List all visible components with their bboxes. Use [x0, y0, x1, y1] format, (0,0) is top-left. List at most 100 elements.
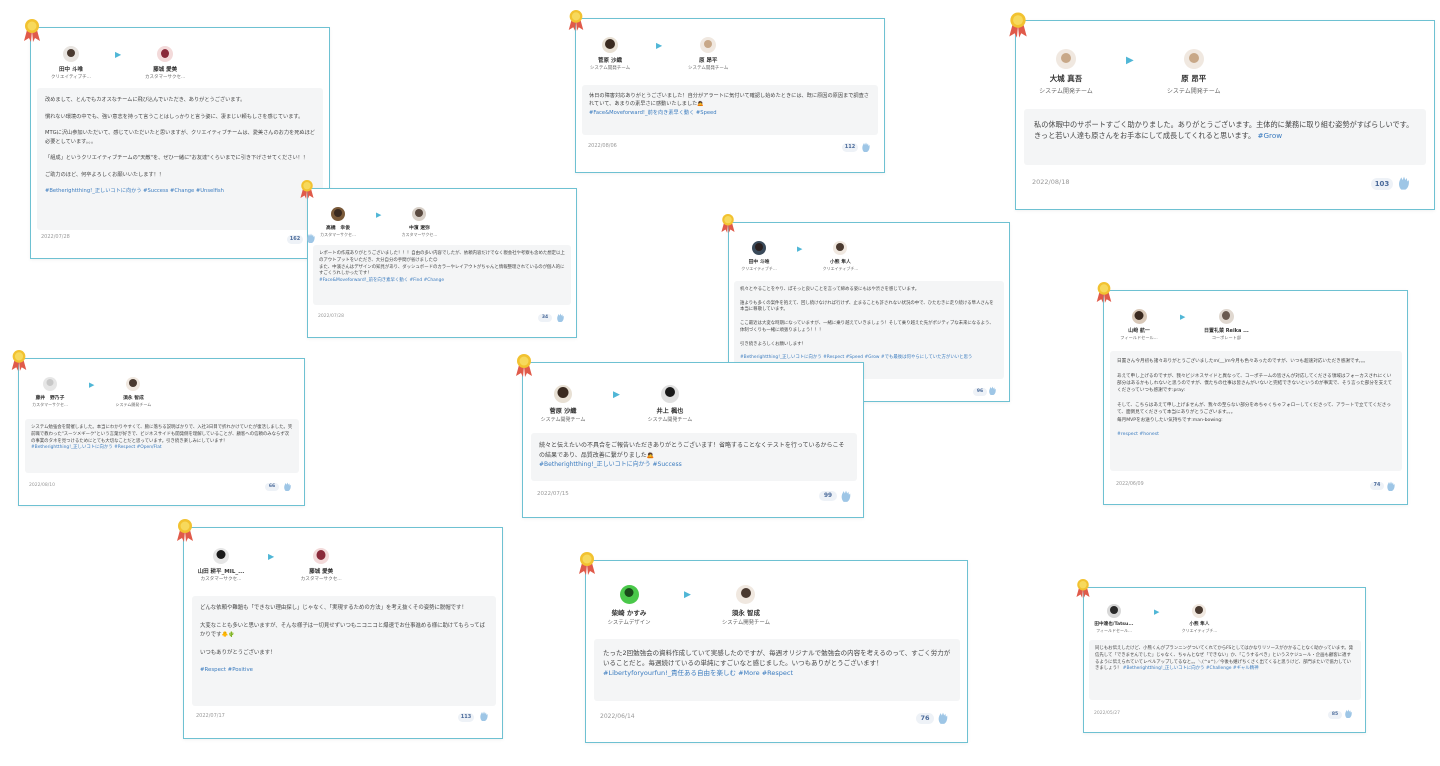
sender-name: 藤井 野乃子	[35, 396, 65, 401]
receiver-name: 小熊 隼人	[1189, 622, 1210, 627]
hashtags[interactable]: #Face&Moveforward!_前を向き素早く動く #Speed	[589, 109, 871, 117]
post-date: 2022/05/27	[1094, 711, 1120, 716]
clap-icon[interactable]	[306, 233, 316, 244]
hashtags[interactable]: #Face&Moveforward!_前を向き素早く動く #Find #Chan…	[319, 278, 565, 285]
medal-icon	[24, 19, 40, 42]
receiver-team: クリエイティブチ...	[1181, 628, 1218, 633]
message-line: 「組成」というクリエイティブチームの"天敵"を、ぜひ一緒に"お友達"くらいまでに…	[45, 155, 309, 162]
praise-card[interactable]: 菅原 沙織 システム開発チーム ▶ 井上 楓也 システム開発チーム 続々と伝えた…	[516, 354, 864, 518]
praise-card[interactable]: 藤井 野乃子 カスタマーサクセ... ▶ 須永 智成 システム開発チーム システ…	[11, 350, 305, 506]
praise-card[interactable]: 田中達也/Tatsu... フィールドセール... ▶ 小熊 隼人 クリエイティ…	[1076, 579, 1366, 733]
message-line: 毎月MVPをお送りしたい気持ちです:man-bowing:	[1117, 417, 1223, 423]
arrow-right-icon: ▶	[89, 381, 95, 389]
arrow-right-icon: ▶	[684, 590, 691, 600]
clap-icon[interactable]	[840, 490, 852, 503]
hashtags[interactable]: #Betherightthing!_正しいコトに向かう #Challenge #…	[1123, 666, 1259, 671]
praise-card[interactable]: 菅原 沙織 システム開発チーム ▶ 原 昂平 システム開発チーム 休日の障害対応…	[568, 10, 885, 173]
clap-icon[interactable]	[283, 482, 292, 492]
receiver-name: 須永 智成	[731, 609, 761, 617]
post-date: 2022/06/14	[600, 713, 635, 720]
arrow-right-icon: ▶	[376, 211, 382, 219]
message-body: どんな依頼や難題も「できない理由探し」じゃなく、「実現するための方法」を考え抜く…	[192, 596, 496, 706]
clap-icon[interactable]	[479, 711, 489, 722]
clap-icon[interactable]	[937, 712, 949, 725]
clap-icon[interactable]	[1344, 709, 1353, 719]
sender: 藤井 野乃子 カスタマーサクセ...	[23, 377, 77, 408]
receiver-team: カスタマーサクセ...	[145, 75, 186, 80]
hashtags[interactable]: #respect #honest	[1117, 431, 1395, 438]
medal-icon	[579, 552, 595, 575]
medal-icon	[1076, 579, 1090, 598]
receiver-team: カスタマーサクセ...	[300, 577, 342, 582]
message-line: どんな依頼や難題も「できない理由探し」じゃなく、「実現するための方法」を考え抜く…	[200, 605, 467, 611]
avatar	[1183, 49, 1204, 69]
message-line: 慣れない環境の中でも、強い意志を持って言うことはしっかりと言う姿に、凄まじい頼も…	[45, 113, 304, 120]
avatar	[1218, 309, 1234, 324]
hashtags[interactable]: #Grow	[1257, 131, 1282, 140]
receiver: 須永 智成 システム開発チーム	[106, 377, 160, 408]
sender: 高橋 幸俊 カスタマーサクセ...	[312, 207, 364, 238]
medal-icon	[300, 180, 314, 199]
sender: 田中達也/Tatsu... フィールドセール...	[1088, 604, 1140, 634]
receiver-name: 原 昂平	[698, 58, 718, 64]
message-line: 日置さん今月初も諸々ありがとうございましたm(__)m今月も色々あったのですが、…	[1117, 359, 1368, 364]
message-line: ここ最近は大変な時期になっていますが、一緒に乗り越えていきましょう！そして乗り越…	[740, 321, 994, 333]
hashtags[interactable]: #Betherightthing!_正しいコトに向かう #Respect #Op…	[31, 445, 293, 452]
receiver: 井上 楓也 システム開発チーム	[638, 385, 702, 423]
avatar	[602, 37, 618, 53]
sender: 山田 耕平_MIL_... カスタマーサクセ...	[190, 548, 252, 582]
message-line: 机々とやることをやり、ぽそっと良いことを言って締める姿にもはや渋さを感じています…	[740, 287, 920, 292]
clap-icon[interactable]	[1397, 176, 1411, 191]
message-line: また、中濱さんはデザインの知見があり、ダッシュボードのカラーやレイアウトがちゃん…	[319, 264, 565, 277]
message-body: 休日の障害対応ありがとうございました！自分がアラートに気付いて確認し始めたときに…	[582, 85, 878, 135]
sender-team: フィールドセール...	[1120, 335, 1158, 340]
post-date: 2022/07/17	[196, 713, 225, 719]
praise-card[interactable]: 大城 真吾 システム開発チーム ▶ 原 昂平 システム開発チーム 私の休暇中のサ…	[1009, 12, 1435, 210]
clap-count: 76	[916, 713, 934, 724]
message-body: たった2回勉強会の資料作成していて実感したのですが、毎週オリジナルで勉強会の内容…	[594, 639, 960, 701]
avatar	[554, 385, 572, 403]
hashtags[interactable]: #Betherightthing!_正しいコトに向かう #Success #Ch…	[45, 187, 315, 195]
medal-icon	[721, 214, 735, 233]
sender-team: カスタマーサクセ...	[32, 402, 68, 407]
clap-count: 103	[1371, 178, 1393, 190]
receiver-name: 藤城 愛美	[153, 67, 178, 73]
message-body: 同じもお伝えしたけど、小熊くんがプランニングついてくれてからFSとしてはかなりリ…	[1089, 640, 1361, 700]
clap-icon[interactable]	[1386, 481, 1396, 492]
post-date: 2022/06/09	[1116, 482, 1144, 487]
receiver: 藤城 愛美 カスタマーサクセ...	[290, 548, 352, 582]
sender-name: 菅原 沙織	[549, 408, 577, 415]
clap-icon[interactable]	[861, 142, 871, 153]
message-line: 改めまして、とんでもカオスなチームに飛び込んでいただき、ありがとうございます。	[45, 97, 246, 103]
praise-card[interactable]: 山﨑 航一 フィールドセール... ▶ 日置礼菜 Reika ... コーポレー…	[1096, 282, 1408, 505]
hashtags[interactable]: #Libertyforyourfun!_責任ある自由を楽しむ #More #Re…	[603, 668, 951, 678]
receiver: 原 昂平 システム開発チーム	[1158, 49, 1230, 95]
clap-icon[interactable]	[556, 313, 565, 323]
praise-card[interactable]: 柴崎 かすみ システムデザイン ▶ 須永 智成 システム開発チーム たった2回勉…	[579, 552, 968, 743]
message-line: レポートの作成ありがとうございました！！！自由の多い内容でしたが、依頼内容だけで…	[319, 251, 565, 263]
receiver: 原 昂平 システム開発チーム	[678, 37, 738, 71]
praise-card[interactable]: 山田 耕平_MIL_... カスタマーサクセ... ▶ 藤城 愛美 カスタマーサ…	[177, 519, 503, 739]
praise-card[interactable]: 高橋 幸俊 カスタマーサクセ... ▶ 中濱 遼弥 カスタマーサクセ... レポ…	[300, 180, 577, 338]
sender-name: 田中 斗唯	[748, 260, 770, 265]
sender-team: システム開発チーム	[540, 417, 586, 423]
medal-icon	[177, 519, 193, 542]
medal-icon	[516, 354, 532, 377]
hashtags[interactable]: #Respect #Positive	[200, 666, 488, 675]
avatar	[736, 585, 756, 604]
message-body: 続々と伝えたいの不具合をご報告いただきありがとうございます！省略することなくテス…	[531, 433, 857, 481]
arrow-right-icon: ▶	[115, 50, 122, 59]
receiver-name: 須永 智成	[122, 396, 144, 401]
clap-icon[interactable]	[988, 386, 997, 396]
message-line: 引き続きよろしくお願いします！	[740, 341, 806, 347]
sender-name: 菅原 沙織	[598, 58, 622, 64]
message-line: 大変なことも多いと思いますが、そんな様子は一切見せずいつもニコニコと爆速でお仕事…	[200, 622, 485, 638]
arrow-right-icon: ▶	[656, 41, 663, 50]
sender-name: 大城 真吾	[1049, 74, 1083, 83]
praise-card[interactable]: 田中 斗唯 クリエイティブチ... ▶ 藤城 愛美 カスタマーサクセ... 改め…	[24, 19, 330, 259]
hashtags[interactable]: #Betherightthing!_正しいコトに向かう #Success	[539, 460, 849, 470]
arrow-right-icon: ▶	[268, 552, 275, 561]
clap-count: 74	[1370, 482, 1384, 490]
medal-icon	[568, 10, 584, 31]
message-line: システム勉強会を開催しました。本当にわかりやすくて、腑に落ちる説明ばかりで、入社…	[31, 425, 293, 430]
